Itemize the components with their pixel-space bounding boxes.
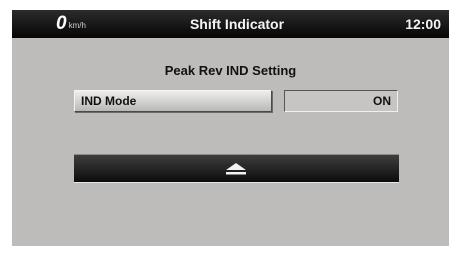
speed-value: 0	[56, 13, 67, 34]
eject-icon	[226, 163, 246, 175]
ind-mode-button[interactable]: IND Mode	[74, 90, 272, 112]
status-header: 0 km/h Shift Indicator 12:00	[12, 10, 449, 38]
ind-mode-value: ON	[373, 94, 391, 108]
eject-button[interactable]	[74, 155, 399, 182]
clock: 12:00	[405, 16, 441, 32]
section-title: Peak Rev IND Setting	[164, 63, 297, 78]
speed-readout: 0 km/h	[56, 12, 86, 36]
ind-mode-value-field: ON	[284, 90, 398, 112]
speed-unit: km/h	[68, 21, 86, 30]
ind-mode-label: IND Mode	[81, 94, 137, 108]
display-screen: 0 km/h Shift Indicator 12:00 Peak Rev IND…	[12, 10, 449, 246]
screen-title: Shift Indicator	[189, 16, 285, 32]
